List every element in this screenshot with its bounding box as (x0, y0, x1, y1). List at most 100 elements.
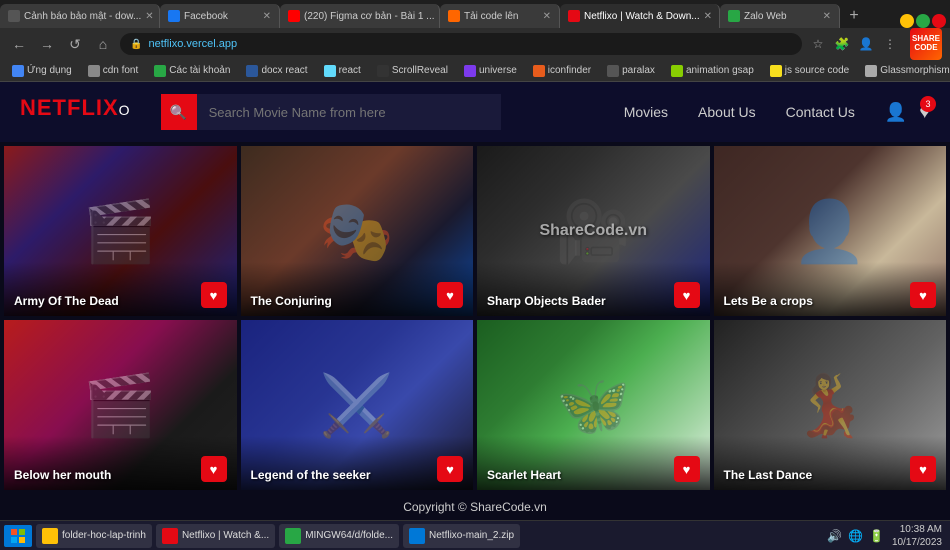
bookmark-react-label: react (339, 65, 361, 76)
wishlist-btn-7[interactable]: ♥ (674, 456, 700, 482)
bookmark-gsap[interactable]: animation gsap (667, 64, 758, 78)
tab-3[interactable]: (220) Figma cơ bản - Bài 1 ... ✕ (280, 4, 440, 28)
back-button[interactable]: ← (8, 33, 30, 55)
wishlist-btn-8[interactable]: ♥ (910, 456, 936, 482)
nav-contact[interactable]: Contact Us (786, 104, 855, 120)
paralax-icon (607, 65, 619, 77)
bookmark-iconfinder[interactable]: iconfinder (529, 64, 595, 78)
movie-card-5[interactable]: 🎬 Below her mouth ♥ (4, 320, 237, 490)
mingw-icon (285, 528, 301, 544)
movie-card-8[interactable]: 💃 The Last Dance ♥ (714, 320, 947, 490)
taskbar-zip[interactable]: Netflixo-main_2.zip (403, 524, 520, 548)
nav-links: Movies About Us Contact Us (624, 104, 855, 120)
nav-movies[interactable]: Movies (624, 104, 668, 120)
search-input[interactable] (197, 94, 501, 130)
universe-icon (464, 65, 476, 77)
reload-button[interactable]: ↺ (64, 33, 86, 55)
forward-button[interactable]: → (36, 33, 58, 55)
tab-4-label: Tải code lên (464, 11, 518, 22)
site-logo: NETFLIXo (20, 95, 131, 129)
taskbar-netflixo-label: Netflixo | Watch &... (182, 530, 269, 541)
bookmark-iconfinder-label: iconfinder (548, 65, 591, 76)
bookmark-scrollreveal[interactable]: ScrollReveal (373, 64, 452, 78)
window-controls (900, 14, 950, 28)
apps-icon (12, 65, 24, 77)
tab-6-close[interactable]: ✕ (823, 11, 831, 22)
tab-6-favicon (728, 10, 740, 22)
wishlist-btn-2[interactable]: ♥ (437, 282, 463, 308)
tab-2[interactable]: Facebook ✕ (160, 4, 280, 28)
wishlist-btn-4[interactable]: ♥ (910, 282, 936, 308)
movie-title-2: The Conjuring (251, 294, 332, 308)
user-icon[interactable]: 👤 (885, 102, 907, 123)
tray-icon-2: 🌐 (848, 529, 863, 543)
wishlist-icon[interactable]: ♥ 3 (919, 102, 930, 123)
movie-card-4[interactable]: 👤 Lets Be a crops ♥ (714, 146, 947, 316)
tab-5[interactable]: Netflixo | Watch & Down... ✕ (560, 4, 720, 28)
wishlist-btn-3[interactable]: ♥ (674, 282, 700, 308)
tab-5-close[interactable]: ✕ (704, 11, 712, 22)
movie-title-5: Below her mouth (14, 468, 111, 482)
tab-1[interactable]: Cảnh báo bảo mật - dow... ✕ (0, 4, 160, 28)
react-icon (324, 65, 336, 77)
sharecode-logo: SHARECODE (910, 28, 942, 60)
nav-icons: 👤 ♥ 3 (885, 102, 930, 123)
bookmark-react[interactable]: react (320, 64, 365, 78)
bookmark-jssource[interactable]: js source code (766, 64, 853, 78)
wishlist-btn-5[interactable]: ♥ (201, 456, 227, 482)
movie-overlay-7: Scarlet Heart ♥ (477, 436, 710, 490)
taskbar-folder[interactable]: folder-hoc-lap-trinh (36, 524, 152, 548)
taskbar-right: 🔊 🌐 🔋 10:38 AM 10/17/2023 (827, 523, 946, 549)
bookmark-jssource-label: js source code (785, 65, 849, 76)
tab-4[interactable]: Tải code lên ✕ (440, 4, 560, 28)
bookmark-paralax[interactable]: paralax (603, 64, 659, 78)
tray-icon-3: 🔋 (869, 529, 884, 543)
bookmark-cdn[interactable]: cdn font (84, 64, 143, 78)
home-button[interactable]: ⌂ (92, 33, 114, 55)
tab-6[interactable]: Zalo Web ✕ (720, 4, 840, 28)
extension-icon[interactable]: 🧩 (832, 34, 852, 54)
bookmark-accounts-label: Các tài khoản (169, 65, 230, 76)
minimize-button[interactable] (900, 14, 914, 28)
start-button[interactable] (4, 525, 32, 547)
nav-about[interactable]: About Us (698, 104, 756, 120)
movie-card-1[interactable]: 🎬 Army Of The Dead ♥ (4, 146, 237, 316)
new-tab-button[interactable]: + (840, 4, 868, 28)
folder-icon (42, 528, 58, 544)
tab-1-favicon (8, 10, 20, 22)
wishlist-badge: 3 (920, 96, 936, 112)
bookmark-docx[interactable]: docx react (242, 64, 311, 78)
bookmark-glassmorphism[interactable]: Glassmorphism (861, 64, 950, 78)
bookmark-accounts[interactable]: Các tài khoản (150, 64, 234, 78)
movie-overlay-4: Lets Be a crops ♥ (714, 262, 947, 316)
tab-5-label: Netflixo | Watch & Down... (584, 11, 700, 22)
movie-title-1: Army Of The Dead (14, 294, 119, 308)
bookmark-icon[interactable]: ☆ (808, 34, 828, 54)
bookmark-apps[interactable]: Ứng dụng (8, 64, 76, 78)
wishlist-btn-6[interactable]: ♥ (437, 456, 463, 482)
bookmark-universe-label: universe (479, 65, 517, 76)
bookmark-gsap-label: animation gsap (686, 65, 754, 76)
search-button[interactable]: 🔍 (161, 94, 197, 130)
movie-card-7[interactable]: 🦋 Scarlet Heart ♥ (477, 320, 710, 490)
tray-icon-1: 🔊 (827, 529, 842, 543)
bookmark-scrollreveal-label: ScrollReveal (392, 65, 448, 76)
taskbar-mingw[interactable]: MINGW64/d/folde... (279, 524, 399, 548)
tab-2-close[interactable]: ✕ (263, 11, 271, 22)
tab-1-close[interactable]: ✕ (145, 11, 153, 22)
movie-card-3[interactable]: 🎥 ShareCode.vn Sharp Objects Bader ♥ (477, 146, 710, 316)
movie-card-6[interactable]: ⚔️ Legend of the seeker ♥ (241, 320, 474, 490)
jssource-icon (770, 65, 782, 77)
taskbar-netflixo[interactable]: Netflixo | Watch &... (156, 524, 275, 548)
menu-icon[interactable]: ⋮ (880, 34, 900, 54)
accounts-icon (154, 65, 166, 77)
wishlist-btn-1[interactable]: ♥ (201, 282, 227, 308)
address-bar[interactable]: 🔒 netflixo.vercel.app (120, 33, 802, 55)
tab-4-close[interactable]: ✕ (543, 11, 551, 22)
bookmark-universe[interactable]: universe (460, 64, 521, 78)
profile-icon[interactable]: 👤 (856, 34, 876, 54)
movie-card-2[interactable]: 🎭 The Conjuring ♥ (241, 146, 474, 316)
maximize-button[interactable] (916, 14, 930, 28)
system-tray: 🔊 🌐 🔋 (827, 529, 884, 543)
close-button[interactable] (932, 14, 946, 28)
